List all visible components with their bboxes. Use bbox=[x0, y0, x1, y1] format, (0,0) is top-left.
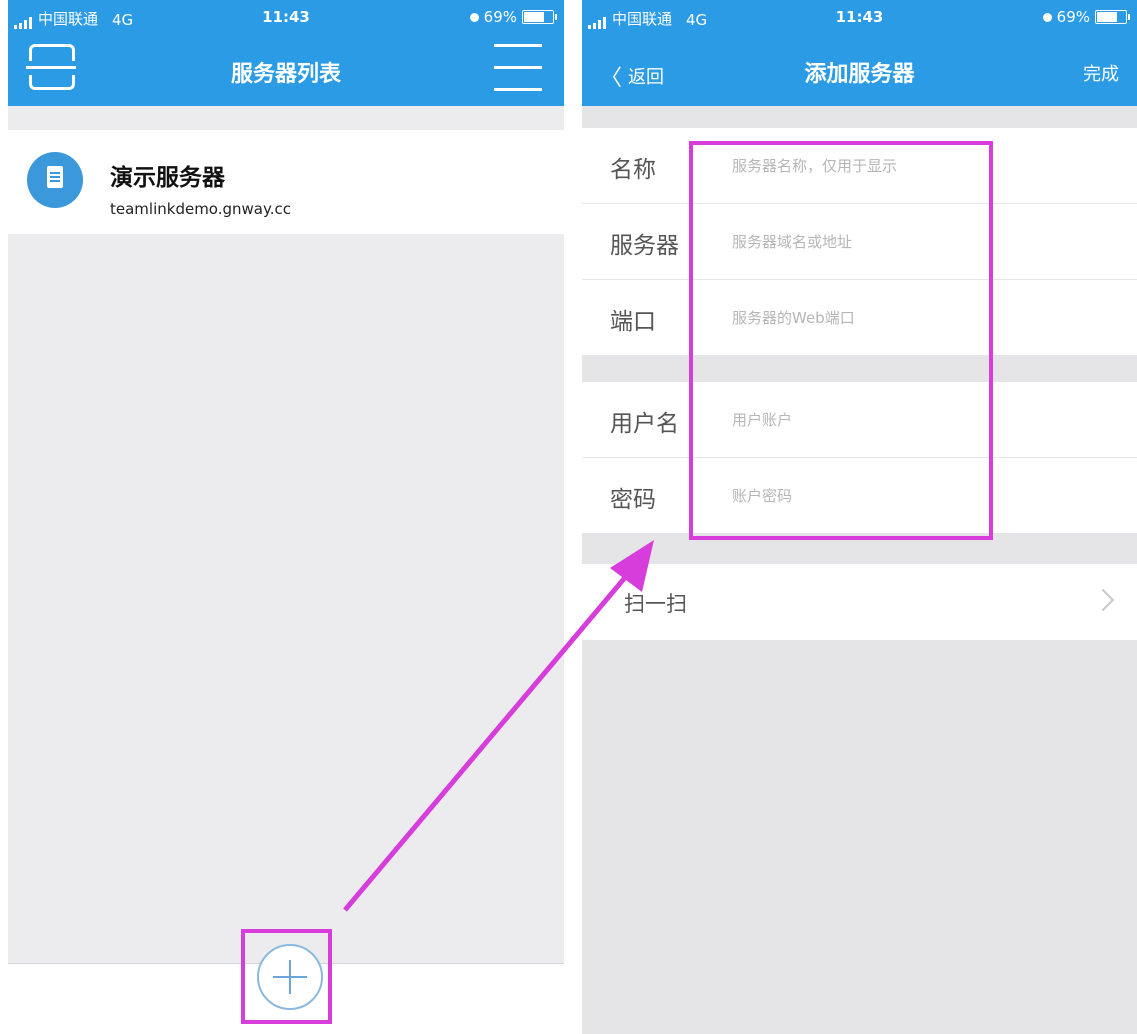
annotation-arrow bbox=[343, 540, 654, 912]
arrow-shaft bbox=[343, 572, 630, 912]
